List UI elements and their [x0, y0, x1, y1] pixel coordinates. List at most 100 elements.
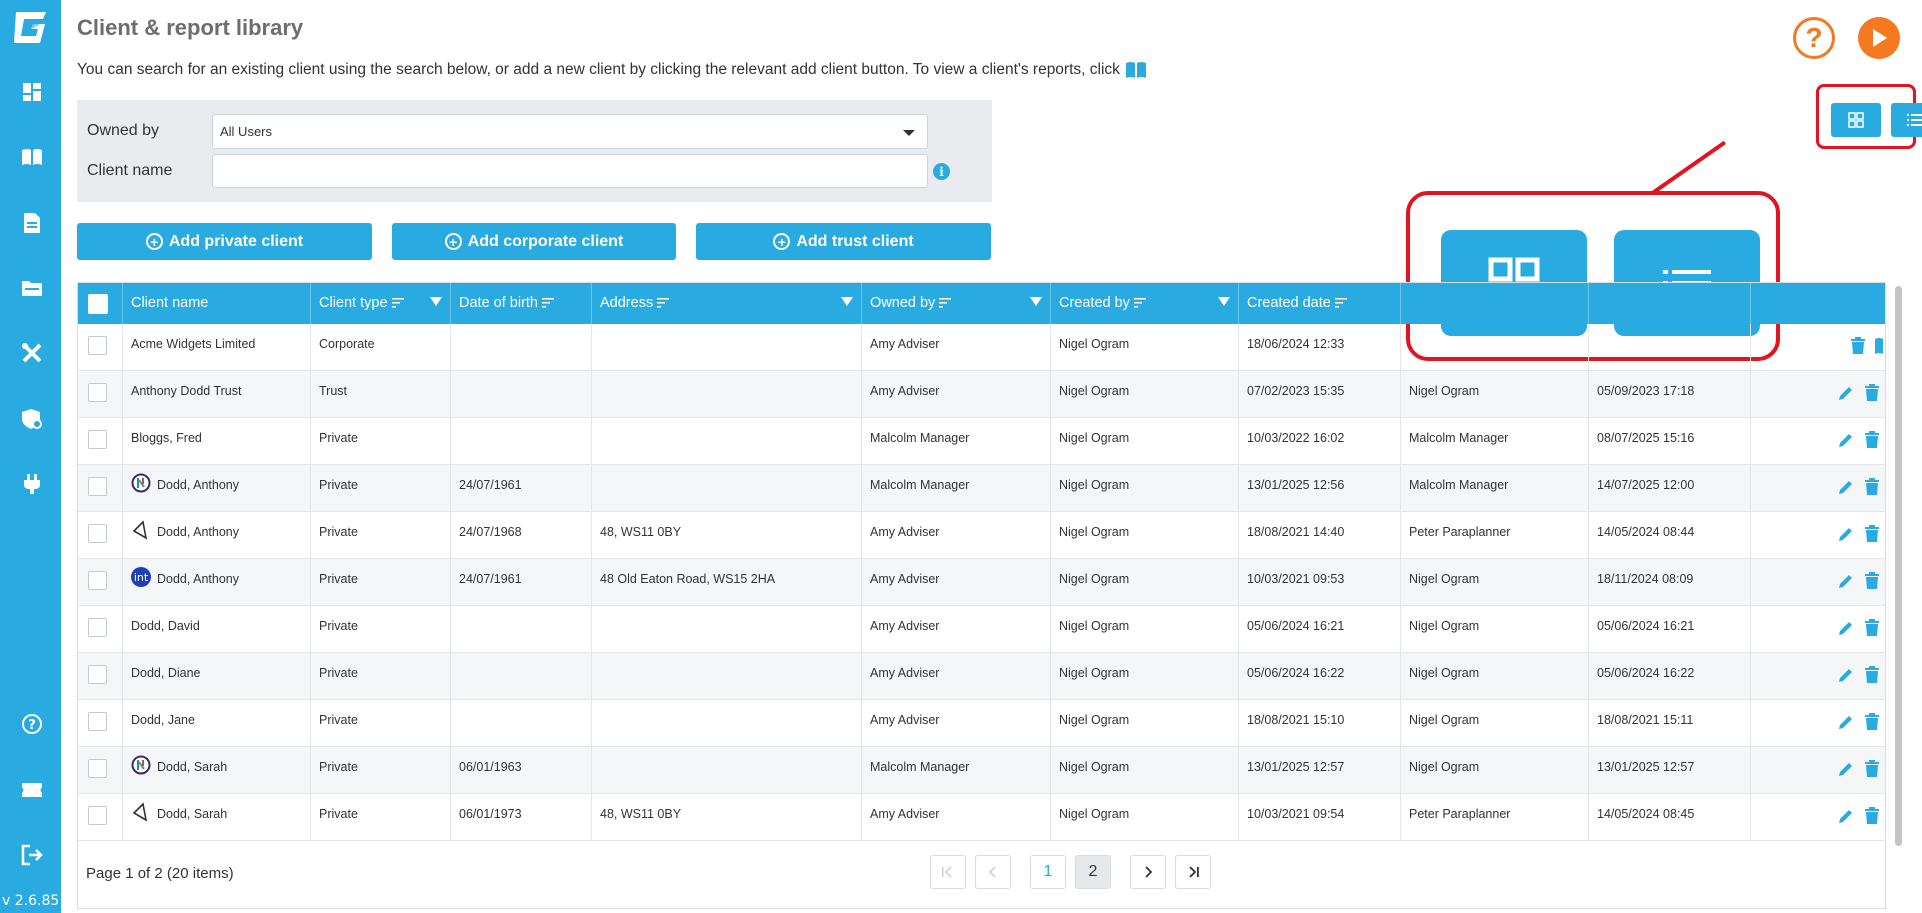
plug-icon[interactable]	[20, 472, 44, 496]
edit-pencil-icon[interactable]	[1836, 571, 1856, 591]
page-title: Client & report library	[77, 15, 304, 40]
table-row[interactable]: Dodd, Diane Private Amy Adviser Nigel Ogram…	[78, 653, 1885, 700]
edit-pencil-icon[interactable]	[1836, 712, 1856, 732]
table-row[interactable]: Dodd, Anthony Private 24/07/1968 48, WS11 0…	[78, 512, 1885, 559]
header-owned-by[interactable]: Owned by	[862, 283, 1051, 324]
table-row[interactable]: Dodd, Sarah Private 06/01/1963 Malcolm Mana…	[78, 747, 1885, 794]
next-page-button[interactable]	[1130, 855, 1166, 889]
first-page-button[interactable]	[930, 855, 966, 889]
play-tutorial-button[interactable]	[1858, 17, 1900, 59]
delete-trash-icon[interactable]	[1862, 618, 1882, 638]
list-view-button[interactable]	[1891, 103, 1922, 137]
table-row[interactable]: Bloggs, Fred Private Malcolm Manager Nigel …	[78, 418, 1885, 465]
edit-pencil-icon[interactable]	[1836, 383, 1856, 403]
edit-pencil-icon[interactable]	[1836, 618, 1856, 638]
table-row[interactable]: Anthony Dodd Trust Trust Amy Adviser Nigel …	[78, 371, 1885, 418]
dashboard-icon[interactable]	[20, 80, 44, 104]
select-all-checkbox[interactable]	[88, 294, 108, 314]
table-row[interactable]: Dodd, Anthony Private 24/07/1961 Malcolm Ma…	[78, 465, 1885, 512]
add-trust-client-button[interactable]: + Add trust client	[696, 223, 991, 260]
grid-view-button[interactable]	[1831, 103, 1881, 137]
delete-trash-icon[interactable]	[1862, 383, 1882, 403]
client-table: Client name Client type Date of birth Ad…	[77, 282, 1886, 909]
edit-pencil-icon[interactable]	[1836, 477, 1856, 497]
header-modified-date[interactable]	[1589, 283, 1751, 324]
row-checkbox[interactable]	[88, 336, 107, 355]
help-button[interactable]: ?	[1793, 17, 1835, 59]
delete-trash-icon[interactable]	[1862, 759, 1882, 779]
filter-funnel-icon[interactable]	[1030, 297, 1042, 306]
filter-funnel-icon[interactable]	[841, 297, 853, 306]
owned-by-select[interactable]: All Users	[212, 114, 928, 149]
table-scrollbar[interactable]	[1895, 286, 1902, 846]
delete-trash-icon[interactable]	[1862, 806, 1882, 826]
edit-pencil-icon[interactable]	[1836, 430, 1856, 450]
cell-owned-by: Amy Adviser	[862, 371, 1051, 418]
row-checkbox[interactable]	[88, 477, 107, 496]
delete-trash-icon[interactable]	[1862, 524, 1882, 544]
row-checkbox[interactable]	[88, 430, 107, 449]
client-name-input[interactable]	[212, 154, 928, 188]
cell-name: Dodd, Anthony	[123, 465, 311, 512]
logout-icon[interactable]	[20, 843, 44, 867]
app-logo-icon[interactable]	[12, 9, 49, 46]
document-icon[interactable]	[20, 211, 44, 235]
cell-modified-by: Peter Paraplanner	[1401, 512, 1589, 559]
delete-trash-icon[interactable]	[1862, 477, 1882, 497]
row-actions	[1836, 759, 1885, 779]
delete-trash-icon[interactable]	[1862, 571, 1882, 591]
row-checkbox[interactable]	[88, 806, 107, 825]
add-private-client-button[interactable]: + Add private client	[77, 223, 372, 260]
header-modified-by[interactable]	[1401, 283, 1589, 324]
row-checkbox[interactable]	[88, 618, 107, 637]
header-created-by[interactable]: Created by	[1051, 283, 1239, 324]
row-checkbox[interactable]	[88, 759, 107, 778]
row-checkbox[interactable]	[88, 712, 107, 731]
book-icon[interactable]	[20, 145, 44, 169]
table-row[interactable]: Acme Widgets Limited Corporate Amy Adviser…	[78, 324, 1885, 371]
folder-icon[interactable]	[20, 276, 44, 300]
filter-funnel-icon[interactable]	[430, 297, 442, 306]
row-checkbox-cell	[78, 512, 123, 559]
edit-pencil-icon[interactable]	[1836, 524, 1856, 544]
cell-dob	[451, 418, 592, 465]
reports-book-icon	[1125, 62, 1146, 78]
header-address[interactable]: Address	[592, 283, 862, 324]
delete-trash-icon[interactable]	[1862, 712, 1882, 732]
page-2-button[interactable]: 2	[1075, 855, 1111, 889]
header-created-date[interactable]: Created date	[1239, 283, 1401, 324]
tools-icon[interactable]	[20, 341, 44, 365]
row-checkbox[interactable]	[88, 571, 107, 590]
reports-book-icon[interactable]	[1874, 336, 1885, 356]
prev-page-button[interactable]	[975, 855, 1011, 889]
edit-pencil-icon[interactable]	[1836, 806, 1856, 826]
cell-modified-date	[1589, 324, 1751, 371]
cell-created-by: Nigel Ogram	[1051, 747, 1239, 794]
page-1-button[interactable]: 1	[1030, 855, 1066, 889]
play-icon	[1873, 29, 1887, 47]
row-checkbox[interactable]	[88, 524, 107, 543]
edit-pencil-icon[interactable]	[1836, 759, 1856, 779]
add-corporate-client-button[interactable]: + Add corporate client	[392, 223, 676, 260]
ticket-icon[interactable]	[20, 778, 44, 802]
filter-funnel-icon[interactable]	[1218, 297, 1230, 306]
delete-trash-icon[interactable]	[1848, 336, 1868, 356]
table-row[interactable]: Dodd, Sarah Private 06/01/1973 48, WS11 0BY…	[78, 794, 1885, 841]
row-checkbox[interactable]	[88, 665, 107, 684]
row-checkbox-cell	[78, 465, 123, 512]
header-date-of-birth[interactable]: Date of birth	[451, 283, 592, 324]
help-circle-icon[interactable]: ?	[20, 712, 44, 736]
row-checkbox[interactable]	[88, 383, 107, 402]
security-shield-icon[interactable]	[20, 407, 44, 431]
header-client-name[interactable]: Client name	[123, 283, 311, 324]
table-row[interactable]: int Dodd, Anthony Private 24/07/1961 48 Old …	[78, 559, 1885, 606]
table-row[interactable]: Dodd, David Private Amy Adviser Nigel Ogram…	[78, 606, 1885, 653]
delete-trash-icon[interactable]	[1862, 665, 1882, 685]
table-row[interactable]: Dodd, Jane Private Amy Adviser Nigel Ogram 1…	[78, 700, 1885, 747]
header-client-type[interactable]: Client type	[311, 283, 451, 324]
select-all-cell	[78, 283, 123, 324]
edit-pencil-icon[interactable]	[1836, 665, 1856, 685]
last-page-button[interactable]	[1175, 855, 1211, 889]
info-icon[interactable]: i	[933, 163, 950, 180]
delete-trash-icon[interactable]	[1862, 430, 1882, 450]
